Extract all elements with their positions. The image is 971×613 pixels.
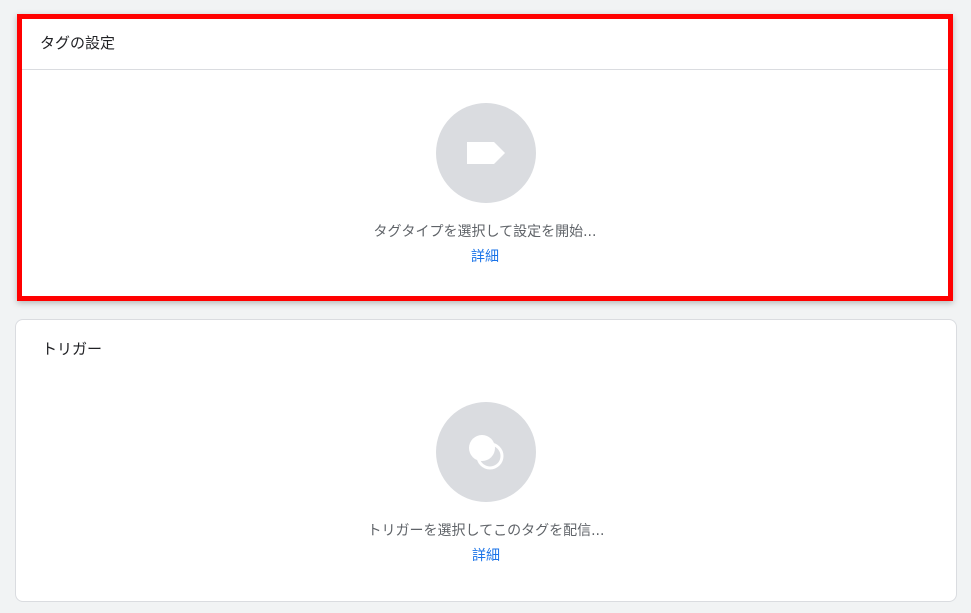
- tag-type-selector[interactable]: [436, 103, 536, 203]
- trigger-learn-more-link[interactable]: 詳細: [16, 545, 956, 565]
- tag-config-hint: タグタイプを選択して設定を開始...: [373, 224, 597, 240]
- trigger-selector[interactable]: [436, 402, 536, 502]
- tag-config-learn-more-link[interactable]: 詳細: [22, 246, 948, 266]
- tag-icon: [467, 142, 505, 164]
- trigger-icon: [469, 435, 504, 470]
- tag-config-card[interactable]: タグの設定 タグタイプを選択して設定を開始... 詳細: [17, 14, 953, 301]
- trigger-title: トリガー: [42, 340, 103, 358]
- card-divider: [22, 69, 948, 70]
- tag-config-title: タグの設定: [40, 34, 116, 52]
- trigger-card[interactable]: トリガー トリガーを選択してこのタグを配信... 詳細: [15, 319, 957, 602]
- trigger-hint: トリガーを選択してこのタグを配信...: [367, 523, 605, 539]
